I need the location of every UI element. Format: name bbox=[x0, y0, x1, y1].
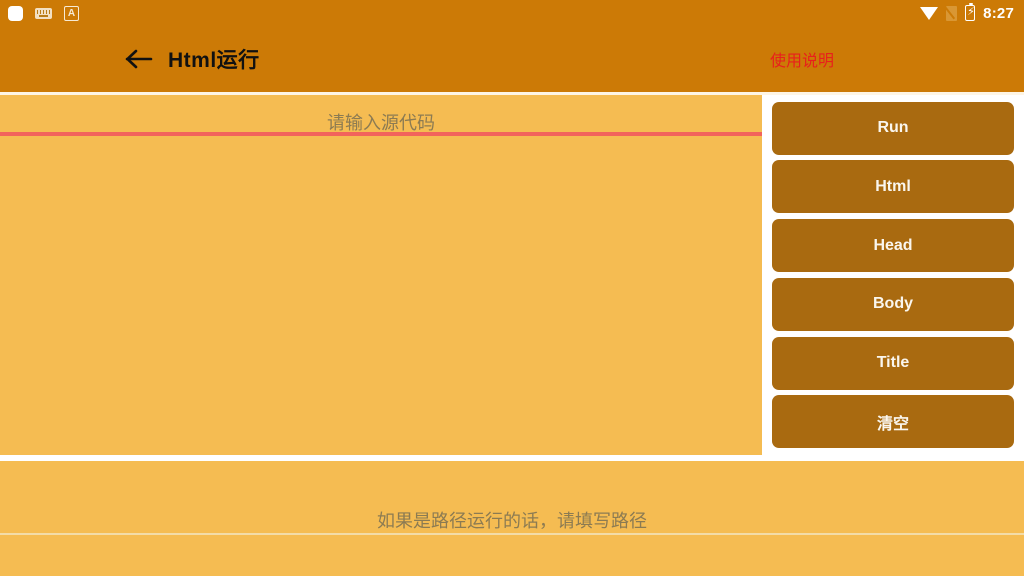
insert-html-button[interactable]: Html bbox=[772, 160, 1014, 214]
page-title: Html运行 bbox=[168, 49, 260, 72]
run-button[interactable]: Run bbox=[772, 101, 1014, 155]
path-underline bbox=[0, 533, 1024, 535]
battery-bolt-icon: ⚡ bbox=[967, 5, 975, 18]
status-bar-right-icons: ⚡ 8:27 bbox=[920, 2, 1014, 22]
sim-no-signal-icon bbox=[946, 5, 958, 21]
app-bar: Html运行 使用说明 bbox=[0, 26, 1024, 92]
status-bar-left-icons: A bbox=[8, 5, 79, 21]
wifi-icon bbox=[920, 6, 939, 20]
rounded-square-icon bbox=[8, 5, 23, 21]
source-code-input[interactable]: 请输入源代码 bbox=[0, 95, 762, 455]
clear-button[interactable]: 清空 bbox=[772, 395, 1014, 449]
insert-body-button[interactable]: Body bbox=[772, 277, 1014, 331]
status-bar: A ⚡ 8:27 bbox=[0, 0, 1024, 26]
back-arrow-icon[interactable] bbox=[124, 44, 154, 74]
path-placeholder: 如果是路径运行的话，请填写路径 bbox=[377, 511, 647, 531]
source-code-underline bbox=[0, 132, 762, 136]
help-instructions-link[interactable]: 使用说明 bbox=[770, 47, 834, 71]
input-method-a-icon: A bbox=[64, 5, 79, 21]
action-button-column: Run Html Head Body Title 清空 bbox=[762, 95, 1024, 455]
insert-title-button[interactable]: Title bbox=[772, 336, 1014, 390]
path-input[interactable]: 如果是路径运行的话，请填写路径 bbox=[0, 461, 1024, 576]
app-root: A ⚡ 8:27 Html运行 使用说明 请输入源代码 Run Html Hea… bbox=[0, 0, 1024, 576]
keyboard-icon bbox=[35, 7, 52, 19]
insert-head-button[interactable]: Head bbox=[772, 219, 1014, 273]
status-bar-clock: 8:27 bbox=[983, 4, 1014, 22]
battery-charging-icon: ⚡ bbox=[965, 2, 976, 21]
